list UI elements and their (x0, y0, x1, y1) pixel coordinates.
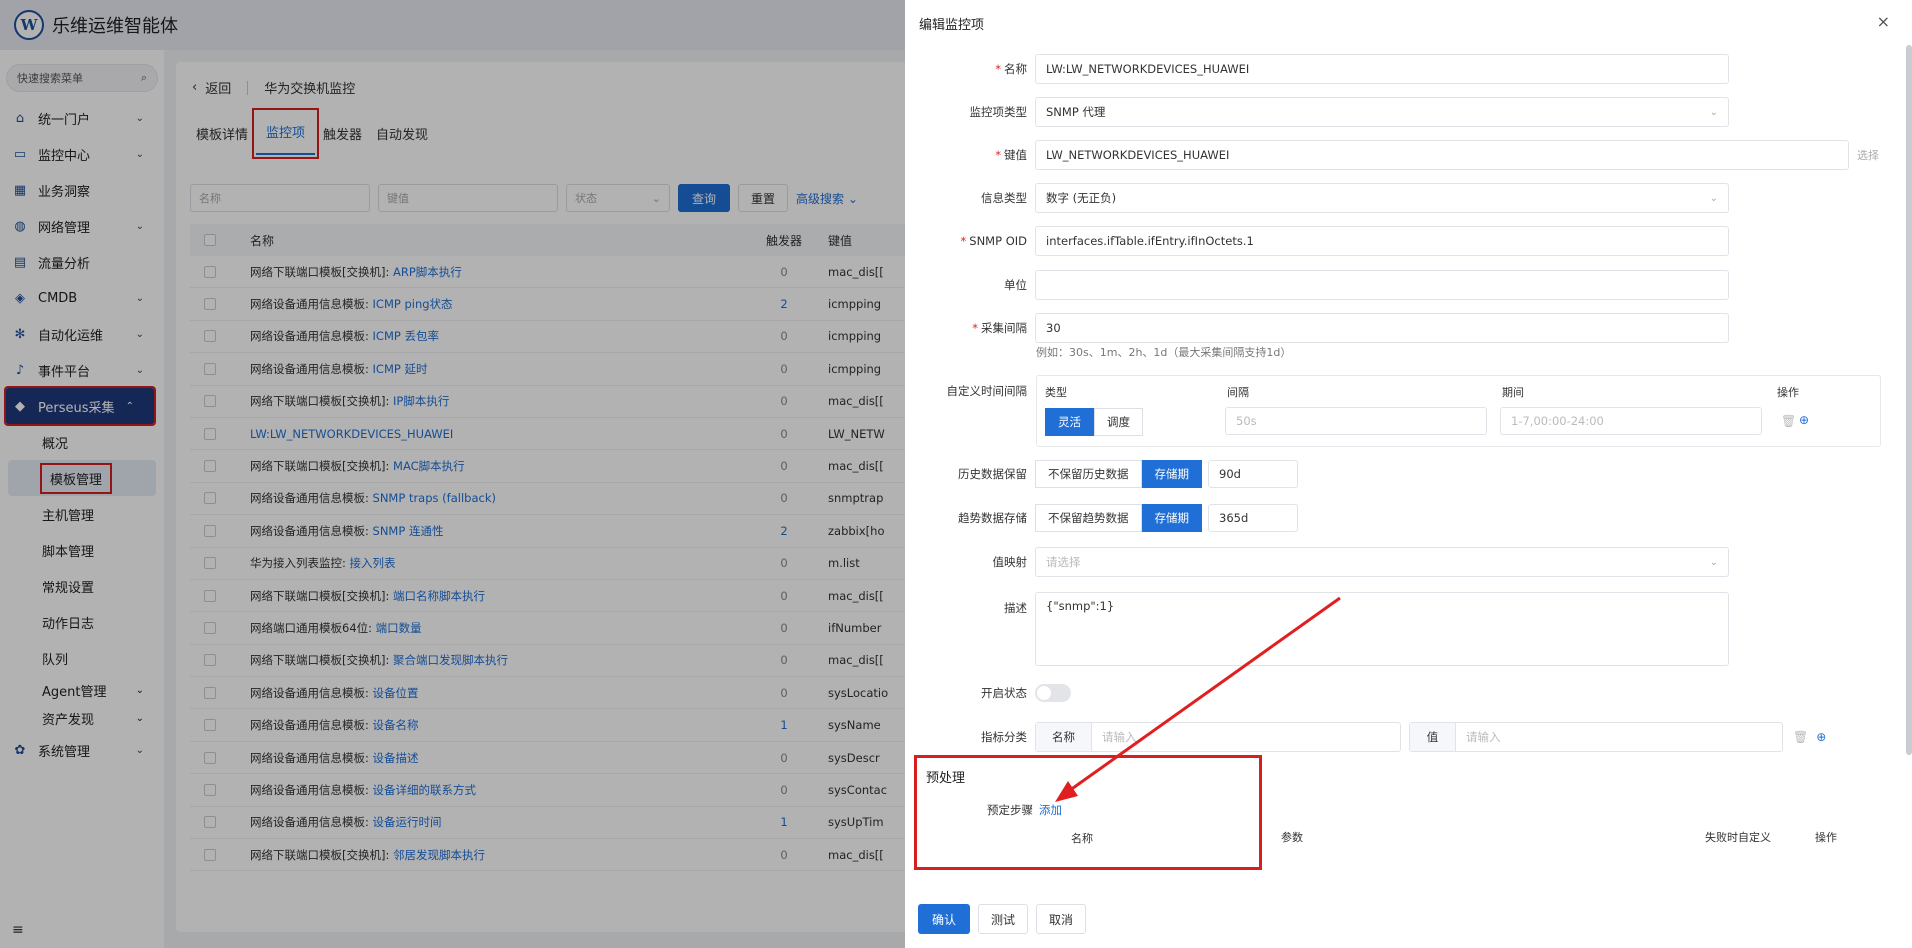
cancel-button[interactable]: 取消 (1036, 904, 1087, 934)
confirm-button[interactable]: 确认 (918, 904, 971, 934)
test-button[interactable]: 测试 (978, 904, 1029, 934)
drawer-footer: 确认 测试 取消 (918, 904, 1094, 934)
annotation-arrow (1055, 596, 1341, 802)
